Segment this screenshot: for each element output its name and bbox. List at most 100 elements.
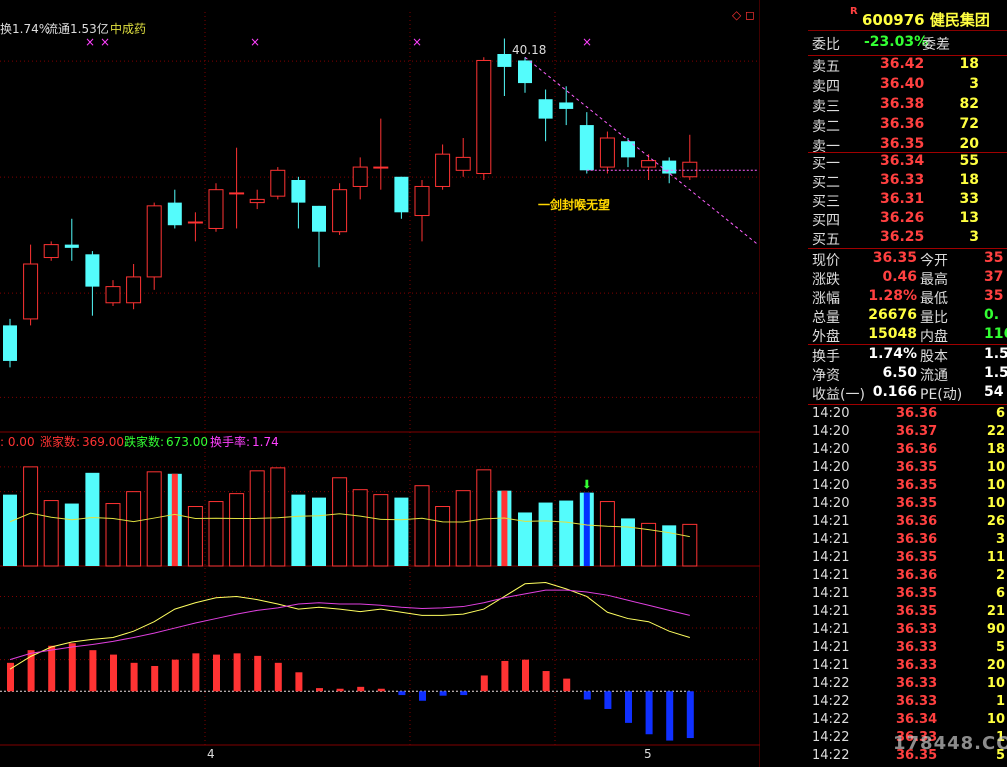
tick-row: 14:20 36.37 22 [808, 424, 1007, 442]
ask-row[interactable]: 卖四 36.40 3 [808, 76, 1007, 95]
tick-row: 14:21 36.35 11 [808, 550, 1007, 568]
stock-code-name: 600976 健民集团 [862, 11, 990, 29]
high-price-marker: 40.18 [512, 43, 546, 57]
tick-price: 36.35 [896, 478, 938, 493]
tick-time: 14:22 [812, 730, 850, 745]
tick-time: 14:21 [812, 550, 850, 565]
tick-time: 14:21 [812, 640, 850, 655]
tick-row: 14:21 36.36 26 [808, 514, 1007, 532]
candle [64, 244, 79, 248]
macd-bar [501, 660, 509, 692]
tick-row: 14:20 36.36 18 [808, 442, 1007, 460]
macd-bar [213, 654, 220, 692]
stat-label: 最高 [920, 272, 948, 288]
macd-bar [542, 671, 550, 692]
macd-bar [645, 691, 653, 735]
date-label: 5 [644, 747, 652, 761]
candle [662, 160, 677, 174]
dea-line [9, 589, 690, 661]
volume-bar [682, 523, 698, 567]
stat-value: 0.166 [872, 384, 917, 400]
tick-time: 14:21 [812, 586, 850, 601]
event-marker: × [100, 35, 110, 49]
candle [538, 99, 553, 119]
volume-bar [208, 501, 224, 567]
macd-bar [48, 645, 56, 692]
tick-volume: 21 [986, 604, 1005, 619]
macd-bar [583, 691, 591, 700]
ask-row[interactable]: 卖五 36.42 18 [808, 56, 1007, 75]
down-count-label: 跌家数: [124, 434, 164, 449]
bid-row[interactable]: 买一 36.34 55 [808, 153, 1007, 172]
ask-row[interactable]: 卖二 36.36 72 [808, 116, 1007, 135]
stat-label: 外盘 [812, 329, 840, 345]
volume-bar [229, 493, 245, 567]
event-marker: × [250, 35, 260, 49]
r-badge: R [850, 6, 858, 17]
bid-row[interactable]: 买四 36.26 13 [808, 210, 1007, 229]
bid-price: 36.25 [880, 229, 925, 245]
macd-bar [68, 643, 76, 692]
stat-label: 换手 [812, 349, 840, 365]
volume-highlight [501, 490, 508, 566]
volume-bar [43, 500, 59, 567]
kline-chart[interactable]: 39.4835.8932.3029.07换1.74%流通1.53亿中成药◇ ◻×… [0, 0, 760, 767]
candle [455, 156, 471, 171]
tick-row: 14:20 36.35 10 [808, 478, 1007, 496]
bid-volume: 33 [959, 191, 979, 207]
tick-time: 14:21 [812, 532, 850, 547]
ask-price: 36.42 [880, 56, 925, 72]
tick-time: 14:21 [812, 604, 850, 619]
tick-time: 14:21 [812, 658, 850, 673]
macd-bar [316, 688, 323, 692]
volume-bar [559, 500, 574, 566]
bid-volume: 55 [959, 153, 979, 169]
bid-row[interactable]: 买五 36.25 3 [808, 229, 1007, 248]
separator [808, 248, 1007, 249]
stat-value: 54 [984, 384, 1004, 400]
chart-area[interactable]: 39.4835.8932.3029.07换1.74%流通1.53亿中成药◇ ◻×… [0, 0, 760, 767]
stat-label: 量比 [920, 310, 948, 326]
tick-volume: 20 [986, 658, 1005, 673]
macd-bar [522, 659, 529, 692]
bid-row[interactable]: 买二 36.33 18 [808, 172, 1007, 191]
tick-row: 14:21 36.35 21 [808, 604, 1007, 622]
tick-price: 36.33 [896, 658, 938, 673]
macd-bar [377, 688, 385, 692]
turnover-rate-value: 1.74 [252, 435, 279, 449]
ask-price: 36.35 [880, 136, 925, 152]
candle [373, 166, 389, 169]
macd-bar [604, 691, 612, 709]
bid-row[interactable]: 买三 36.31 33 [808, 191, 1007, 210]
candle [187, 221, 203, 224]
candle [249, 198, 265, 204]
candle [146, 205, 162, 278]
stat-value: 0.46 [882, 269, 917, 285]
tick-time: 14:20 [812, 496, 850, 511]
quote-panel: R 600976 健民集团 委比 -23.03% 委差 卖五 36.42 18 卖四 36.40 3… [808, 0, 1007, 767]
candle [682, 161, 698, 178]
tick-price: 36.33 [896, 622, 938, 637]
candle [85, 254, 100, 287]
ask-row[interactable]: 卖三 36.38 82 [808, 96, 1007, 115]
stat-value: 36.35 [872, 250, 917, 266]
volume-bar [476, 469, 492, 567]
stat-value: 1.53 [984, 365, 1007, 381]
tick-price: 36.36 [896, 442, 938, 457]
stat-value: 6.50 [882, 365, 917, 381]
tick-price: 36.36 [896, 568, 938, 583]
down-count-value: 673.00 [166, 435, 208, 449]
weibi-label: 委比 [812, 37, 840, 53]
stock-title: R 600976 健民集团 [808, 0, 1007, 31]
volume-bar [187, 506, 203, 567]
stat-row: 换手 1.74%股本 1.53 [808, 346, 1007, 365]
candle [332, 189, 348, 233]
tick-price: 36.33 [896, 640, 938, 655]
tick-volume: 18 [986, 442, 1005, 457]
stat-row: 外盘 15048内盘 116 [808, 326, 1007, 345]
stat-label: 总量 [812, 310, 840, 326]
bid-label: 买二 [812, 175, 840, 191]
tick-price: 36.35 [896, 550, 938, 565]
bid-price: 36.26 [880, 210, 925, 226]
tick-time: 14:21 [812, 568, 850, 583]
